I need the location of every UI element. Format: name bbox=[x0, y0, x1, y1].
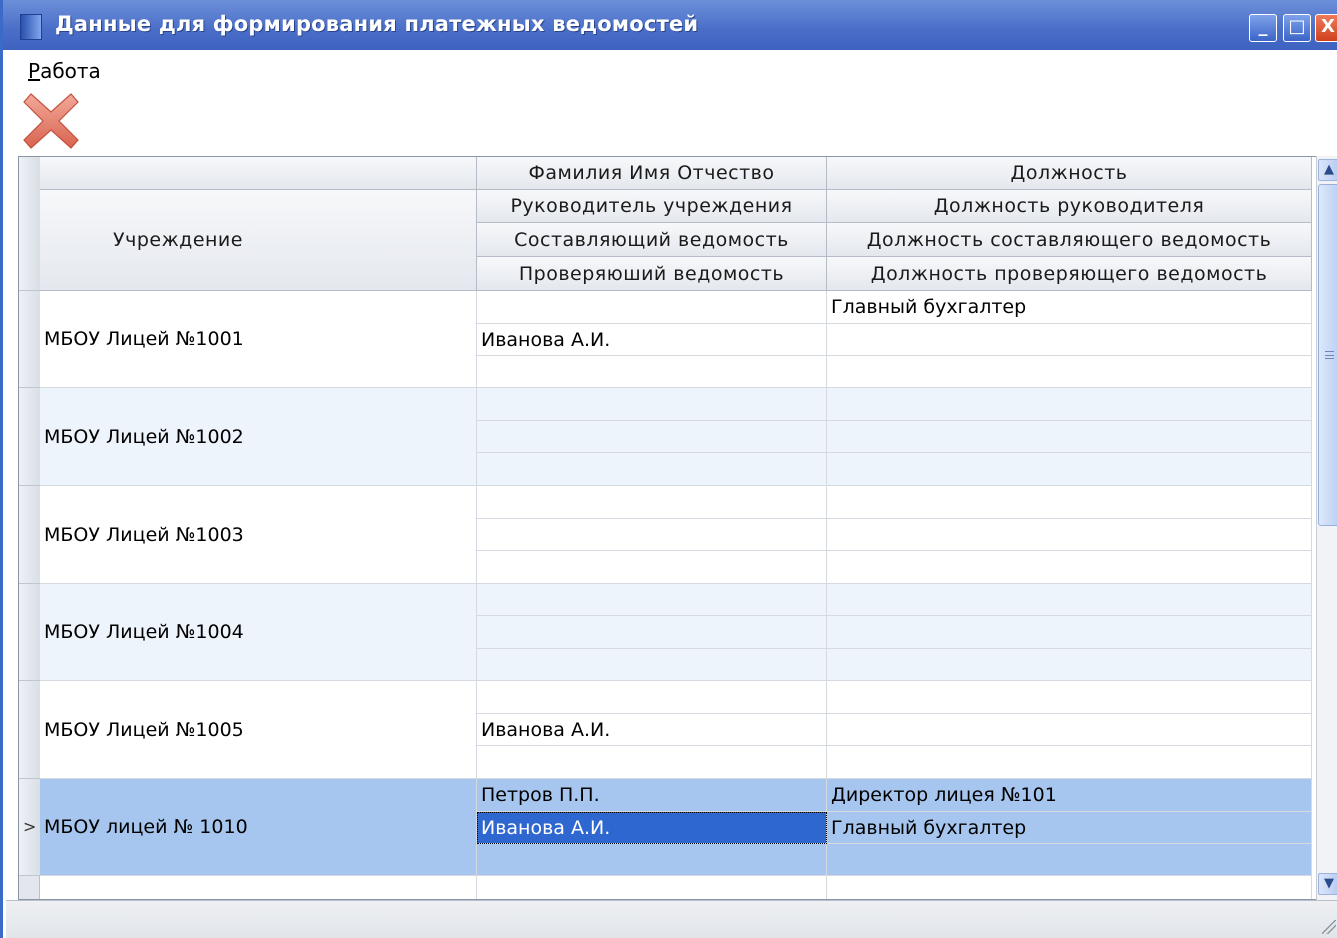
cell-institution[interactable]: МБОУ Лицей №1005 bbox=[40, 681, 477, 779]
vertical-scrollbar[interactable]: ▲ ▼ bbox=[1316, 156, 1337, 900]
cell-fio[interactable] bbox=[477, 584, 827, 616]
row-indicator-column: > bbox=[19, 157, 40, 899]
cell-position[interactable]: Главный бухгалтер bbox=[827, 812, 1312, 844]
header-composer-label: Составляющий ведомость bbox=[514, 229, 789, 251]
cell-position[interactable] bbox=[827, 714, 1312, 746]
cell-position[interactable] bbox=[827, 584, 1312, 616]
header-checker-position[interactable]: Должность проверяющего ведомость bbox=[827, 257, 1312, 291]
cell-position[interactable] bbox=[827, 356, 1312, 388]
menu-item-rabota[interactable]: Работа bbox=[28, 59, 101, 83]
cell-fio[interactable] bbox=[477, 291, 827, 324]
cell-position[interactable] bbox=[827, 649, 1312, 681]
delete-x-icon[interactable] bbox=[23, 92, 79, 150]
header-fio[interactable]: Фамилия Имя Отчество bbox=[477, 157, 827, 190]
cell-fio[interactable] bbox=[477, 844, 827, 876]
row-indicator[interactable] bbox=[19, 681, 40, 779]
cell-fio[interactable] bbox=[477, 356, 827, 388]
cell-institution[interactable]: МБОУ Лицей №1002 bbox=[40, 388, 477, 486]
cell-position[interactable] bbox=[827, 616, 1312, 649]
header-fio-label: Фамилия Имя Отчество bbox=[528, 162, 775, 184]
grip-icon bbox=[1325, 351, 1334, 359]
header-head[interactable]: Руководитель учреждения bbox=[477, 190, 827, 223]
cell-position[interactable]: Главный бухгалтер bbox=[827, 291, 1312, 324]
cell-position[interactable] bbox=[827, 453, 1312, 486]
cell-position[interactable] bbox=[827, 519, 1312, 551]
header-head-position[interactable]: Должность руководителя bbox=[827, 190, 1312, 223]
header-institution-label: Учреждение bbox=[113, 229, 243, 251]
minimize-button[interactable]: _ bbox=[1249, 14, 1277, 42]
toolbar bbox=[23, 92, 79, 150]
cell-fio[interactable] bbox=[477, 453, 827, 486]
cell-institution[interactable]: МБОУ Лицей №1001 bbox=[40, 291, 477, 388]
header-blank bbox=[40, 157, 477, 190]
header-composer-position-label: Должность составляющего ведомость bbox=[866, 229, 1272, 251]
scroll-thumb[interactable] bbox=[1318, 184, 1337, 526]
header-checker[interactable]: Проверяюший ведомость bbox=[477, 257, 827, 291]
cell-fio[interactable]: Иванова А.И. bbox=[477, 324, 827, 356]
row-indicator[interactable] bbox=[19, 486, 40, 584]
app-icon[interactable] bbox=[20, 14, 42, 40]
cell-position[interactable] bbox=[827, 746, 1312, 779]
cell-institution[interactable]: МБОУ Лицей №1004 bbox=[40, 584, 477, 681]
cell-position[interactable] bbox=[827, 324, 1312, 356]
header-checker-position-label: Должность проверяющего ведомость bbox=[870, 263, 1268, 285]
cell-position[interactable] bbox=[827, 486, 1312, 519]
scroll-down-button[interactable]: ▼ bbox=[1318, 873, 1337, 895]
cell-position[interactable] bbox=[827, 844, 1312, 876]
data-grid[interactable]: > Учреждение Δ Фамилия Имя Отчество Долж… bbox=[18, 156, 1337, 900]
menu-item-label: абота bbox=[40, 59, 101, 83]
menu-mnemonic: Р bbox=[28, 59, 41, 83]
header-position[interactable]: Должность bbox=[827, 157, 1312, 190]
row-indicator[interactable] bbox=[19, 584, 40, 681]
window-title: Данные для формирования платежных ведомо… bbox=[55, 12, 699, 36]
resize-grip-icon[interactable] bbox=[1322, 920, 1336, 934]
row-indicator[interactable] bbox=[19, 291, 40, 388]
cell-position[interactable] bbox=[827, 876, 1312, 899]
cell-position[interactable] bbox=[827, 421, 1312, 453]
status-bar bbox=[6, 900, 1337, 938]
main-window: Данные для формирования платежных ведомо… bbox=[0, 0, 1337, 938]
cell-fio[interactable] bbox=[477, 649, 827, 681]
cell-fio[interactable] bbox=[477, 876, 827, 899]
header-head-position-label: Должность руководителя bbox=[933, 195, 1205, 217]
row-indicator[interactable] bbox=[19, 388, 40, 486]
cell-institution[interactable]: МБОУ лицей № 1010 bbox=[40, 779, 477, 876]
cell-fio[interactable] bbox=[477, 519, 827, 551]
header-composer-position[interactable]: Должность составляющего ведомость bbox=[827, 223, 1312, 257]
close-button[interactable]: X bbox=[1315, 14, 1337, 42]
maximize-button[interactable]: □ bbox=[1283, 14, 1311, 42]
indicator-header bbox=[19, 157, 40, 291]
cell-fio-selected[interactable]: Иванова А.И. bbox=[477, 812, 827, 844]
header-composer[interactable]: Составляющий ведомость bbox=[477, 223, 827, 257]
cell-fio[interactable] bbox=[477, 421, 827, 453]
cell-fio[interactable] bbox=[477, 616, 827, 649]
cell-fio[interactable] bbox=[477, 551, 827, 584]
cell-position[interactable]: Директор лицея №101 bbox=[827, 779, 1312, 812]
row-indicator[interactable]: > bbox=[19, 779, 40, 876]
cell-fio[interactable]: Петров П.П. bbox=[477, 779, 827, 812]
cell-institution[interactable] bbox=[40, 876, 477, 899]
cell-fio[interactable]: Иванова А.И. bbox=[477, 714, 827, 746]
cell-fio[interactable] bbox=[477, 388, 827, 421]
cell-fio[interactable] bbox=[477, 746, 827, 779]
header-checker-label: Проверяюший ведомость bbox=[518, 263, 785, 285]
cell-fio[interactable] bbox=[477, 486, 827, 519]
cell-position[interactable] bbox=[827, 388, 1312, 421]
cell-position[interactable] bbox=[827, 681, 1312, 714]
menu-bar: Работа bbox=[6, 54, 1337, 84]
scroll-up-button[interactable]: ▲ bbox=[1318, 159, 1337, 181]
header-institution[interactable]: Учреждение Δ bbox=[40, 190, 477, 291]
sort-ascending-icon: Δ bbox=[455, 264, 464, 290]
current-row-marker: > bbox=[23, 817, 37, 836]
cell-position[interactable] bbox=[827, 551, 1312, 584]
cell-institution[interactable]: МБОУ Лицей №1003 bbox=[40, 486, 477, 584]
header-head-label: Руководитель учреждения bbox=[510, 195, 793, 217]
header-position-label: Должность bbox=[1010, 162, 1128, 184]
title-bar[interactable]: Данные для формирования платежных ведомо… bbox=[3, 0, 1337, 50]
cell-fio[interactable] bbox=[477, 681, 827, 714]
